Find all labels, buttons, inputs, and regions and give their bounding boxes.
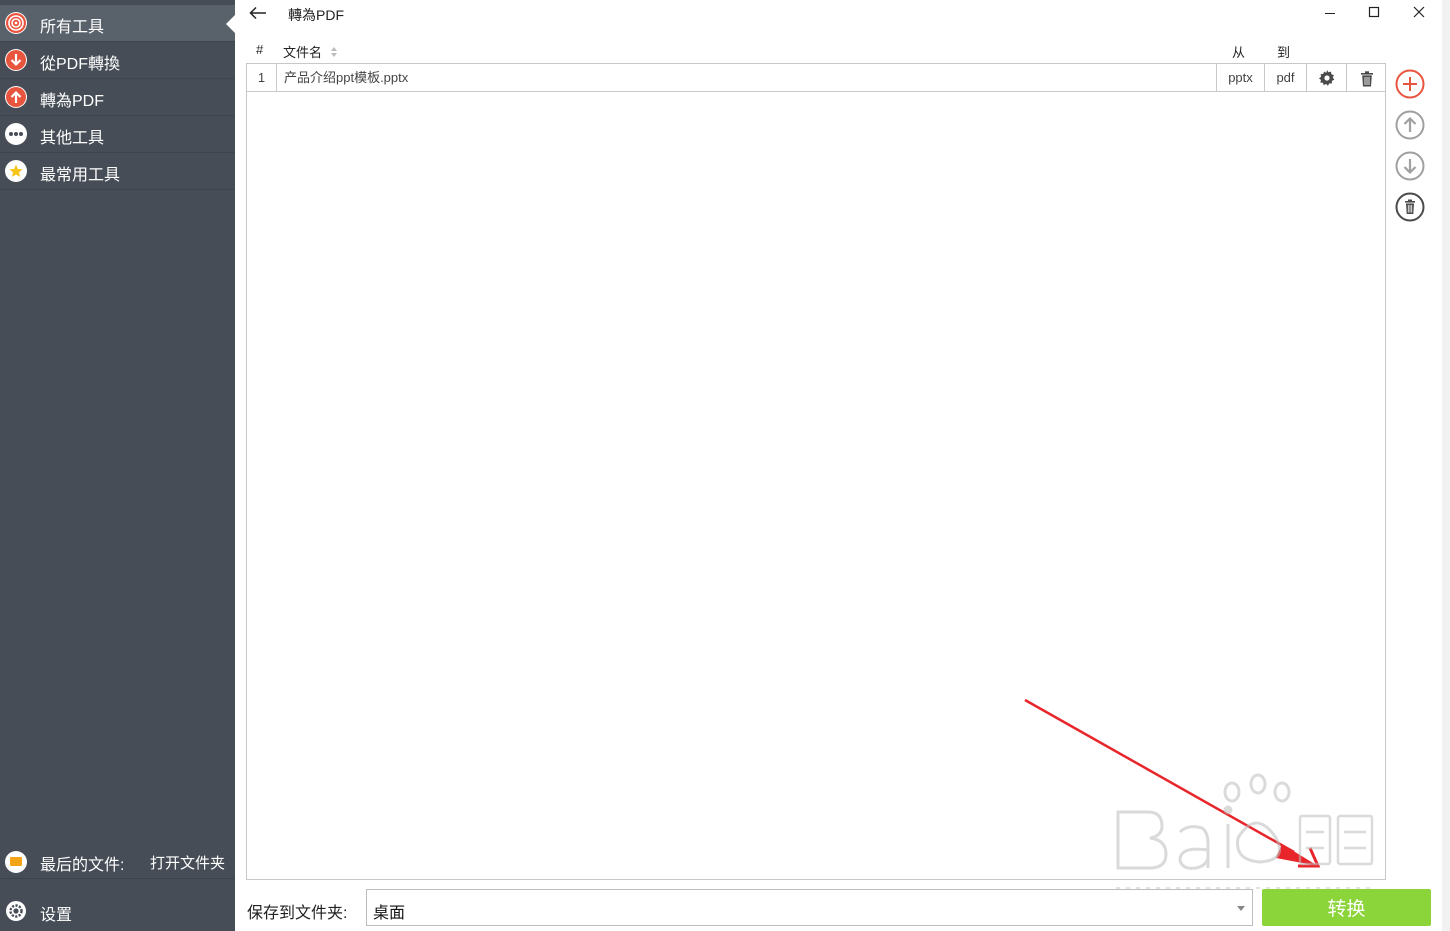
column-header-index: # bbox=[256, 42, 264, 57]
move-up-icon bbox=[1395, 110, 1425, 144]
sidebar: 所有工具 從PDF轉換 轉為PDF 其他工具 最常用工具 最后的文件: 打开文件… bbox=[0, 0, 235, 931]
row-settings-button[interactable] bbox=[1306, 64, 1346, 91]
sort-icon bbox=[330, 46, 338, 61]
window-title: 轉為PDF bbox=[288, 7, 344, 23]
row-to-format[interactable]: pdf bbox=[1264, 64, 1306, 91]
settings-label: 设置 bbox=[40, 907, 73, 924]
sidebar-item-to-pdf[interactable]: 轉為PDF bbox=[0, 79, 235, 116]
sidebar-item-label: 其他工具 bbox=[40, 130, 105, 147]
column-header-to: 到 bbox=[1277, 45, 1291, 60]
row-from-format: pptx bbox=[1216, 64, 1264, 91]
arrow-down-icon bbox=[5, 49, 27, 71]
star-icon bbox=[5, 160, 27, 182]
delete-all-button[interactable] bbox=[1395, 192, 1425, 222]
trash-icon bbox=[1360, 69, 1374, 96]
sidebar-item-other-tools[interactable]: 其他工具 bbox=[0, 116, 235, 153]
back-arrow-icon[interactable] bbox=[248, 4, 268, 22]
add-file-button[interactable] bbox=[1395, 69, 1425, 99]
minimize-icon[interactable] bbox=[1318, 3, 1342, 23]
sidebar-item-from-pdf[interactable]: 從PDF轉換 bbox=[0, 42, 235, 79]
sidebar-item-label: 最常用工具 bbox=[40, 167, 121, 184]
background-window-edge bbox=[1442, 0, 1450, 931]
column-header-from: 从 bbox=[1232, 45, 1246, 60]
save-folder-value: 桌面 bbox=[373, 905, 406, 922]
sidebar-item-label: 轉為PDF bbox=[40, 93, 105, 110]
gear-icon bbox=[5, 900, 27, 922]
settings-button[interactable]: 设置 bbox=[0, 893, 235, 929]
file-table: 1 产品介绍ppt模板.pptx pptx pdf bbox=[246, 63, 1386, 880]
delete-all-icon bbox=[1395, 192, 1425, 226]
row-filename: 产品介绍ppt模板.pptx bbox=[276, 64, 1216, 91]
recent-files-label: 最后的文件: bbox=[40, 857, 125, 874]
table-row[interactable]: 1 产品介绍ppt模板.pptx pptx pdf bbox=[247, 64, 1385, 92]
gear-icon bbox=[1318, 69, 1336, 96]
move-up-button[interactable] bbox=[1395, 110, 1425, 140]
folder-icon bbox=[5, 851, 27, 873]
sidebar-item-label: 所有工具 bbox=[40, 19, 105, 36]
open-folder-link[interactable]: 打开文件夹 bbox=[150, 852, 225, 873]
sidebar-item-all-tools[interactable]: 所有工具 bbox=[0, 5, 235, 42]
row-index: 1 bbox=[257, 70, 266, 85]
move-down-icon bbox=[1395, 151, 1425, 185]
column-header-label: 文件名 bbox=[283, 45, 323, 60]
sidebar-item-favorites[interactable]: 最常用工具 bbox=[0, 153, 235, 190]
arrow-up-icon bbox=[5, 86, 27, 108]
ellipsis-icon bbox=[5, 123, 27, 145]
save-folder-label: 保存到文件夹: bbox=[247, 905, 348, 922]
save-folder-select[interactable]: 桌面 bbox=[366, 889, 1253, 926]
column-header-filename[interactable]: 文件名 bbox=[283, 42, 338, 61]
close-icon[interactable] bbox=[1407, 3, 1431, 23]
maximize-icon[interactable] bbox=[1362, 3, 1386, 23]
add-icon bbox=[1395, 69, 1425, 103]
sidebar-item-label: 從PDF轉換 bbox=[40, 56, 121, 73]
row-delete-button[interactable] bbox=[1346, 64, 1385, 91]
active-indicator bbox=[226, 15, 235, 33]
convert-button[interactable]: 转换 bbox=[1262, 889, 1431, 926]
target-icon bbox=[5, 12, 27, 34]
recent-files: 最后的文件: 打开文件夹 bbox=[0, 842, 235, 879]
move-down-button[interactable] bbox=[1395, 151, 1425, 181]
chevron-down-icon bbox=[1237, 906, 1245, 911]
